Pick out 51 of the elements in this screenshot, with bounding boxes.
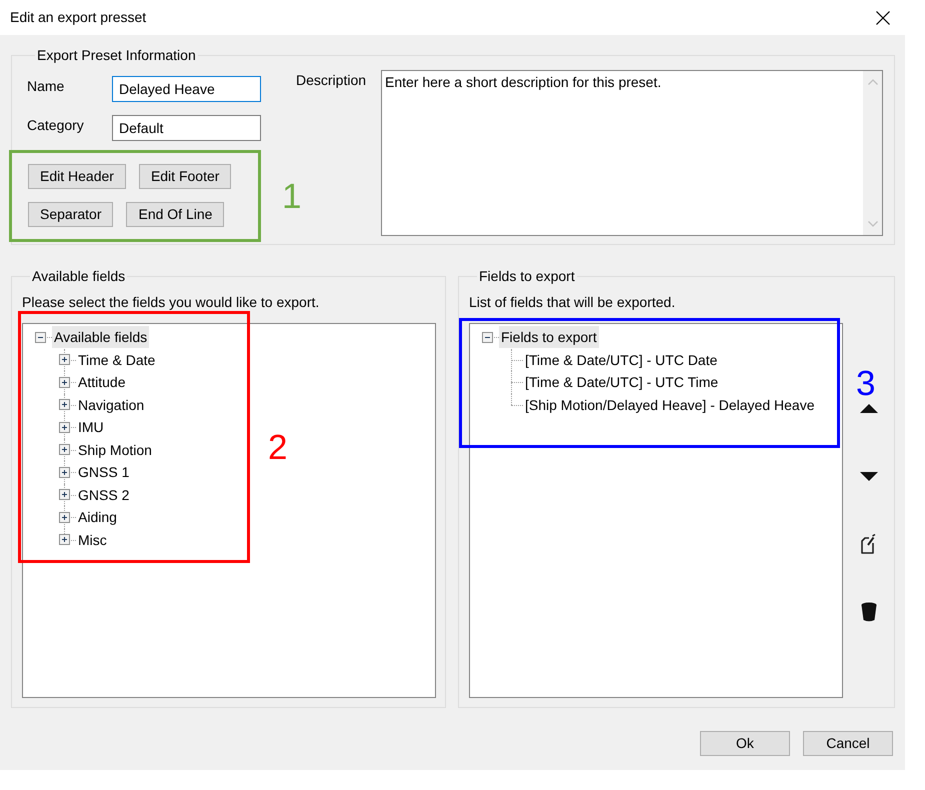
tree-item[interactable]: GNSS 1	[76, 461, 132, 484]
tree-item[interactable]: Attitude	[76, 371, 128, 394]
field-label: Category	[27, 116, 85, 135]
hint-text: Please select the fields you would like to export.	[22, 294, 320, 311]
plus-box-icon[interactable]	[58, 422, 70, 433]
description-field[interactable]: Enter here a short description for this preset.	[381, 70, 883, 236]
hint-text: List of fields that will be exported.	[469, 294, 676, 311]
close-icon[interactable]	[876, 10, 890, 24]
tree-item[interactable]: [Time & Date/UTC] - UTC Date	[523, 348, 720, 371]
annotation-number: 2	[268, 431, 288, 464]
plus-box-icon[interactable]	[58, 512, 70, 523]
annotation-number: 1	[282, 180, 302, 213]
edit-header-button[interactable]: Edit Header	[28, 164, 126, 189]
tree-item[interactable]: Misc	[76, 528, 109, 551]
bin-icon[interactable]	[860, 602, 876, 622]
tree-item[interactable]: Navigation	[76, 394, 146, 416]
name-field[interactable]: Delayed Heave	[112, 76, 261, 102]
plus-box-icon[interactable]	[58, 399, 70, 410]
group-title: Available fields	[31, 268, 126, 284]
plus-box-icon[interactable]	[58, 376, 70, 388]
field-label: Name	[27, 77, 66, 96]
tree-item[interactable]: Available fields	[52, 326, 150, 348]
separator-button[interactable]: Separator	[28, 202, 114, 227]
annotation-number: 3	[856, 367, 876, 400]
minus-box-icon[interactable]	[482, 332, 492, 343]
tree-item[interactable]: GNSS 2	[76, 484, 132, 506]
window-title: Edit an export presset	[10, 9, 146, 26]
edit-footer-button[interactable]: Edit Footer	[138, 164, 232, 189]
ok-button[interactable]: Ok	[700, 731, 790, 756]
plus-box-icon[interactable]	[58, 466, 70, 478]
tree-item[interactable]: IMU	[76, 416, 106, 438]
group-title: Fields to export	[478, 268, 576, 284]
end-of-line-button[interactable]: End Of Line	[126, 202, 224, 227]
tree-item[interactable]: [Ship Motion/Delayed Heave] - Delayed Heave	[523, 394, 816, 416]
tree-item[interactable]: Aiding	[76, 506, 119, 528]
cancel-button[interactable]: Cancel	[803, 731, 893, 756]
up-triangle-icon[interactable]	[860, 404, 878, 412]
tree-item[interactable]: Ship Motion	[76, 438, 154, 461]
tree-item[interactable]: [Time & Date/UTC] - UTC Time	[523, 371, 720, 394]
minus-box-icon[interactable]	[34, 332, 46, 343]
document-pen-icon[interactable]	[861, 534, 876, 554]
plus-box-icon[interactable]	[58, 444, 70, 456]
category-field[interactable]: Default	[112, 115, 261, 141]
plus-box-icon[interactable]	[58, 534, 70, 546]
tree-item[interactable]: Fields to export	[499, 326, 599, 348]
plus-box-icon[interactable]	[58, 354, 70, 366]
field-label: Description	[296, 72, 368, 89]
down-triangle-icon[interactable]	[860, 472, 878, 480]
tree-item[interactable]: Time & Date	[76, 348, 158, 371]
group-title: Export Preset Information	[36, 47, 197, 63]
plus-box-icon[interactable]	[58, 489, 70, 500]
